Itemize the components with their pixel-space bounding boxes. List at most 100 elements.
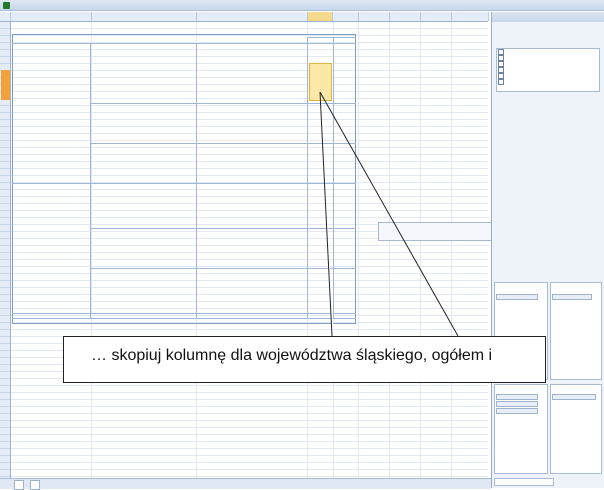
grid-row-line (11, 420, 488, 421)
row-header[interactable] (0, 316, 10, 323)
row-header[interactable] (0, 176, 10, 183)
row-header[interactable] (0, 134, 10, 141)
row-header[interactable] (0, 120, 10, 127)
sheet-tab[interactable] (14, 480, 24, 490)
field-item[interactable] (498, 79, 506, 86)
row-header[interactable] (0, 99, 10, 106)
pivot-column-divider (196, 43, 197, 318)
grid-row-line (11, 448, 488, 449)
pivot-subtotal-divider (12, 313, 356, 314)
row-header[interactable] (0, 113, 10, 120)
row-header[interactable] (0, 141, 10, 148)
column-header[interactable] (197, 12, 308, 21)
row-header[interactable] (0, 365, 10, 372)
row-header[interactable] (0, 106, 10, 113)
filter-field-chip[interactable] (496, 294, 538, 300)
row-header[interactable] (0, 267, 10, 274)
row-header[interactable] (0, 330, 10, 337)
row-header[interactable] (0, 351, 10, 358)
row-header[interactable] (0, 379, 10, 386)
row-header[interactable] (0, 435, 10, 442)
row-header[interactable] (0, 155, 10, 162)
column-header[interactable] (92, 12, 197, 21)
row-header[interactable] (0, 29, 10, 36)
select-all-corner[interactable] (0, 12, 11, 21)
row-header[interactable] (0, 169, 10, 176)
row-header[interactable] (0, 22, 10, 29)
field-list-box[interactable] (496, 48, 600, 92)
row-header[interactable] (0, 358, 10, 365)
row-field-chip[interactable] (496, 408, 538, 414)
row-header[interactable] (0, 218, 10, 225)
row-header[interactable] (0, 127, 10, 134)
row-header[interactable] (0, 421, 10, 428)
row-header[interactable] (0, 288, 10, 295)
row-header[interactable] (0, 162, 10, 169)
column-header-row[interactable] (0, 12, 489, 22)
defer-layout-update-checkbox[interactable] (494, 478, 554, 486)
row-header[interactable] (0, 190, 10, 197)
row-header[interactable] (0, 442, 10, 449)
pivot-column-divider (90, 43, 91, 318)
row-header[interactable] (0, 386, 10, 393)
excel-icon (3, 2, 10, 9)
row-header[interactable] (0, 414, 10, 421)
row-header[interactable] (0, 246, 10, 253)
status-bar (0, 478, 491, 490)
pivot-column-divider (333, 37, 334, 318)
row-header[interactable] (0, 211, 10, 218)
sheet-tab[interactable] (30, 480, 40, 490)
row-header[interactable] (0, 43, 10, 50)
row-header[interactable] (0, 253, 10, 260)
grid-column-line (389, 22, 390, 478)
checkbox-checked-icon[interactable] (498, 79, 504, 85)
selected-cell-range[interactable] (309, 63, 332, 101)
row-header[interactable] (0, 344, 10, 351)
row-header[interactable] (0, 449, 10, 456)
row-header[interactable] (0, 57, 10, 64)
column-header[interactable] (359, 12, 390, 21)
row-header[interactable] (0, 50, 10, 57)
row-header[interactable] (0, 463, 10, 470)
row-header[interactable] (0, 239, 10, 246)
row-header[interactable] (0, 204, 10, 211)
column-header[interactable] (11, 12, 92, 21)
pivot-group-divider (90, 103, 356, 104)
row-header[interactable] (0, 407, 10, 414)
row-header[interactable] (0, 323, 10, 330)
column-field-chip[interactable] (552, 294, 592, 300)
row-header[interactable] (0, 393, 10, 400)
row-header[interactable] (0, 274, 10, 281)
value-field-chip[interactable] (552, 394, 596, 400)
grid-row-line (11, 413, 488, 414)
row-header[interactable] (0, 148, 10, 155)
row-header[interactable] (0, 225, 10, 232)
row-header[interactable] (0, 456, 10, 463)
row-header[interactable] (0, 281, 10, 288)
row-header[interactable] (0, 295, 10, 302)
grid-row-line (11, 434, 488, 435)
column-header[interactable] (452, 12, 489, 21)
row-header[interactable] (0, 232, 10, 239)
row-header[interactable] (0, 400, 10, 407)
row-header[interactable] (0, 197, 10, 204)
column-header[interactable] (390, 12, 421, 21)
row-field-chip[interactable] (496, 394, 538, 400)
row-header[interactable] (0, 36, 10, 43)
row-header[interactable] (0, 372, 10, 379)
row-field-chip[interactable] (496, 401, 538, 407)
row-header[interactable] (0, 183, 10, 190)
row-header[interactable] (0, 337, 10, 344)
pivot-table[interactable] (12, 34, 356, 324)
row-header[interactable] (0, 302, 10, 309)
row-header[interactable] (0, 470, 10, 477)
grid-row-line (11, 455, 488, 456)
grid-row-line (11, 28, 488, 29)
row-header[interactable] (0, 260, 10, 267)
panel-title-bar (492, 12, 604, 22)
column-header-selected[interactable] (308, 12, 333, 21)
column-header[interactable] (421, 12, 452, 21)
row-header[interactable] (0, 428, 10, 435)
column-header[interactable] (333, 12, 359, 21)
row-header[interactable] (0, 309, 10, 316)
